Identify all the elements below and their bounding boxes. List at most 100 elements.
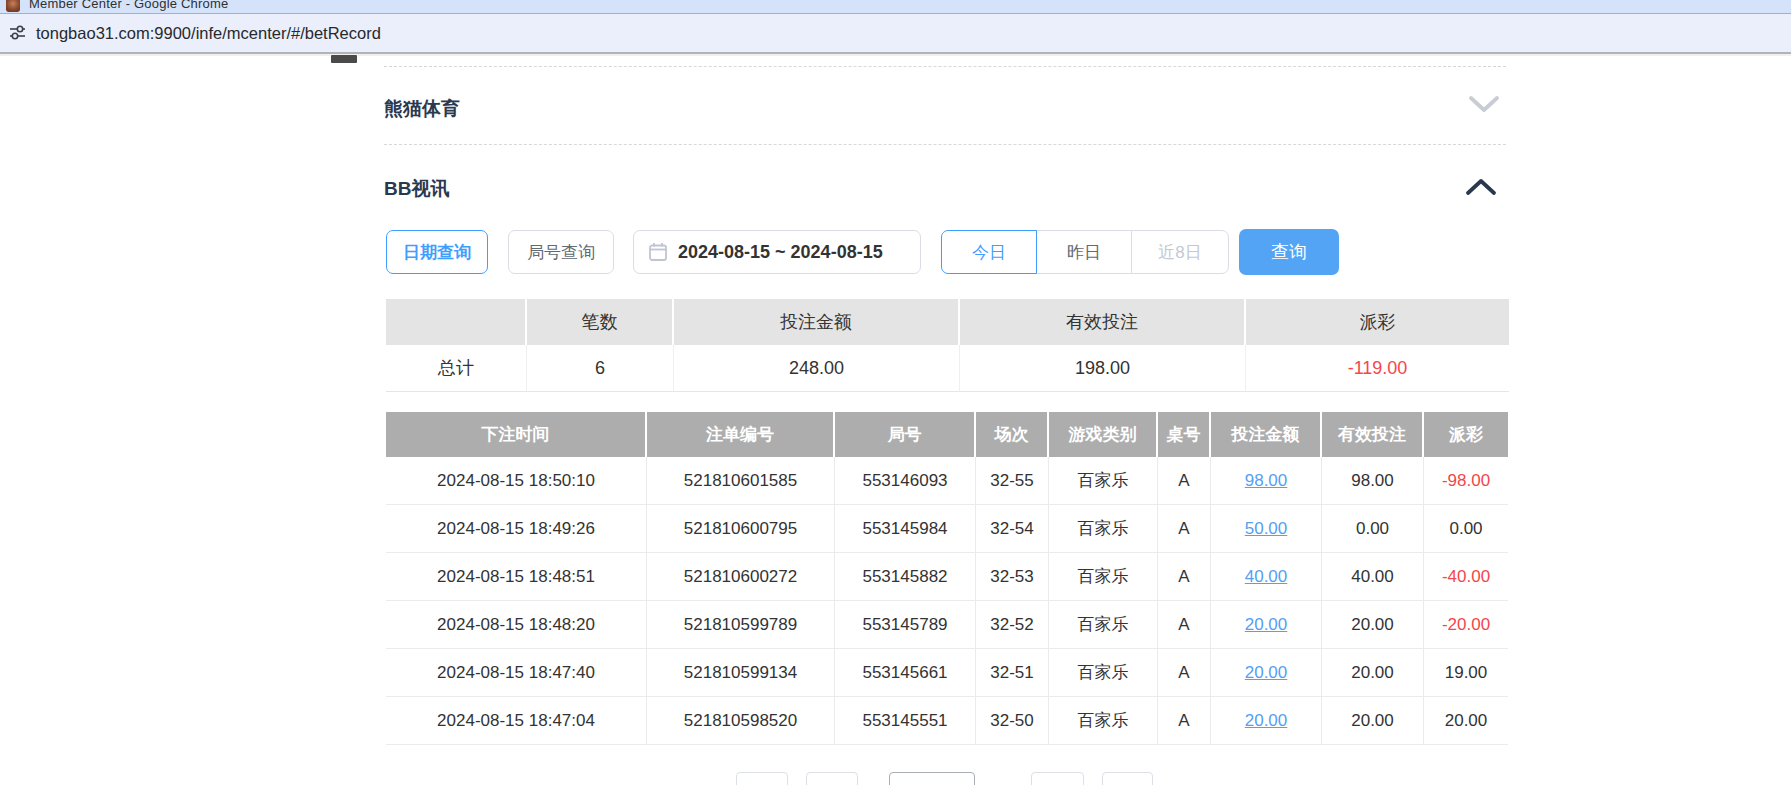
today-button[interactable]: 今日: [941, 230, 1037, 274]
date-range-input[interactable]: 2024-08-15 ~ 2024-08-15: [633, 230, 921, 274]
summary-header-valid-bet: 有效投注: [960, 299, 1246, 345]
cell-round-number: 553145551: [835, 697, 976, 745]
cell-order-number: 521810598520: [647, 697, 835, 745]
search-button[interactable]: 查询: [1239, 229, 1339, 275]
cell-session: 32-50: [976, 697, 1049, 745]
cell-payout: -20.00: [1424, 601, 1508, 649]
cell-game-type: 百家乐: [1049, 505, 1158, 553]
site-favicon-icon: [6, 0, 20, 12]
date-query-button[interactable]: 日期查询: [386, 230, 488, 274]
cell-round-number: 553145984: [835, 505, 976, 553]
cell-valid-bet: 0.00: [1322, 505, 1424, 553]
summary-payout-value: -119.00: [1246, 345, 1509, 392]
summary-header-row: 笔数 投注金额 有效投注 派彩: [386, 299, 1509, 345]
summary-header-empty: [386, 299, 527, 345]
table-row: 2024-08-15 18:50:10 521810601585 5531460…: [386, 457, 1508, 505]
pagination-next-button[interactable]: [1031, 772, 1084, 785]
pagination-jump-input[interactable]: [1102, 772, 1153, 785]
cell-valid-bet: 40.00: [1322, 553, 1424, 601]
header-bet-time: 下注时间: [386, 412, 647, 457]
summary-total-label: 总计: [386, 345, 527, 392]
bet-record-table: 下注时间 注单编号 局号 场次 游戏类别 桌号 投注金额 有效投注 派彩 202…: [386, 412, 1508, 745]
cell-table-number: A: [1158, 553, 1211, 601]
cell-table-number: A: [1158, 505, 1211, 553]
header-round-number: 局号: [835, 412, 976, 457]
bet-amount-link[interactable]: 98.00: [1245, 471, 1288, 491]
cell-order-number: 521810599789: [647, 601, 835, 649]
page: Member Center - Google Chrome tongbao31.…: [0, 0, 1791, 785]
cell-game-type: 百家乐: [1049, 697, 1158, 745]
chevron-up-icon[interactable]: [1464, 177, 1498, 197]
bet-amount-link[interactable]: 20.00: [1245, 615, 1288, 635]
cell-session: 32-54: [976, 505, 1049, 553]
cell-payout: -40.00: [1424, 553, 1508, 601]
browser-toolbar: tongbao31.com:9900/infe/mcenter/#/betRec…: [0, 14, 1791, 52]
cell-valid-bet: 20.00: [1322, 649, 1424, 697]
cell-payout: 20.00: [1424, 697, 1508, 745]
pagination-page-size-select[interactable]: [889, 772, 975, 785]
header-valid-bet: 有效投注: [1322, 412, 1424, 457]
cell-bet-time: 2024-08-15 18:48:20: [386, 601, 647, 649]
tune-icon[interactable]: [8, 23, 27, 42]
scroll-indicator: [331, 55, 357, 63]
cell-round-number: 553145882: [835, 553, 976, 601]
summary-count-value: 6: [527, 345, 674, 392]
header-payout: 派彩: [1424, 412, 1508, 457]
cell-round-number: 553145789: [835, 601, 976, 649]
section-title-bb-video[interactable]: BB视讯: [384, 176, 449, 202]
chevron-down-icon[interactable]: [1467, 94, 1501, 114]
pagination-prev-button[interactable]: [736, 772, 788, 785]
summary-valid-bet-value: 198.00: [960, 345, 1246, 392]
cell-bet-time: 2024-08-15 18:48:51: [386, 553, 647, 601]
bet-record-header-row: 下注时间 注单编号 局号 场次 游戏类别 桌号 投注金额 有效投注 派彩: [386, 412, 1508, 457]
header-table-number: 桌号: [1158, 412, 1211, 457]
round-query-button[interactable]: 局号查询: [508, 230, 614, 274]
section-divider-middle: [384, 144, 1506, 145]
cell-payout: -98.00: [1424, 457, 1508, 505]
cell-session: 32-51: [976, 649, 1049, 697]
date-range-value: 2024-08-15 ~ 2024-08-15: [678, 242, 883, 263]
bet-amount-link[interactable]: 20.00: [1245, 663, 1288, 683]
summary-total-row: 总计 6 248.00 198.00 -119.00: [386, 345, 1509, 392]
cell-order-number: 521810600795: [647, 505, 835, 553]
cell-round-number: 553146093: [835, 457, 976, 505]
section-divider-top: [384, 66, 1506, 67]
cell-round-number: 553145661: [835, 649, 976, 697]
table-row: 2024-08-15 18:48:20 521810599789 5531457…: [386, 601, 1508, 649]
cell-valid-bet: 20.00: [1322, 601, 1424, 649]
cell-game-type: 百家乐: [1049, 457, 1158, 505]
cell-valid-bet: 98.00: [1322, 457, 1424, 505]
bet-amount-link[interactable]: 20.00: [1245, 711, 1288, 731]
cell-bet-time: 2024-08-15 18:50:10: [386, 457, 647, 505]
summary-table: 笔数 投注金额 有效投注 派彩 总计 6 248.00 198.00 -119.…: [386, 299, 1509, 392]
header-game-type: 游戏类别: [1049, 412, 1158, 457]
cell-table-number: A: [1158, 649, 1211, 697]
table-row: 2024-08-15 18:49:26 521810600795 5531459…: [386, 505, 1508, 553]
bet-amount-link[interactable]: 40.00: [1245, 567, 1288, 587]
cell-valid-bet: 20.00: [1322, 697, 1424, 745]
table-row: 2024-08-15 18:48:51 521810600272 5531458…: [386, 553, 1508, 601]
cell-game-type: 百家乐: [1049, 601, 1158, 649]
toolbar-separator-light: [0, 54, 1791, 56]
table-row: 2024-08-15 18:47:04 521810598520 5531455…: [386, 697, 1508, 745]
table-row: 2024-08-15 18:47:40 521810599134 5531456…: [386, 649, 1508, 697]
section-title-panda-sports[interactable]: 熊猫体育: [384, 96, 460, 122]
yesterday-button[interactable]: 昨日: [1036, 230, 1132, 274]
cell-order-number: 521810601585: [647, 457, 835, 505]
cell-bet-time: 2024-08-15 18:49:26: [386, 505, 647, 553]
header-session: 场次: [976, 412, 1049, 457]
last-8-days-button[interactable]: 近8日: [1131, 230, 1229, 274]
cell-game-type: 百家乐: [1049, 649, 1158, 697]
quick-date-button-group: 今日 昨日 近8日: [941, 230, 1229, 274]
window-title: Member Center - Google Chrome: [29, 0, 228, 11]
summary-header-bet-amount: 投注金额: [674, 299, 960, 345]
pagination-page-1-button[interactable]: [806, 772, 858, 785]
cell-bet-time: 2024-08-15 18:47:40: [386, 649, 647, 697]
cell-order-number: 521810599134: [647, 649, 835, 697]
cell-table-number: A: [1158, 601, 1211, 649]
bet-amount-link[interactable]: 50.00: [1245, 519, 1288, 539]
cell-session: 32-52: [976, 601, 1049, 649]
summary-bet-amount-value: 248.00: [674, 345, 960, 392]
cell-table-number: A: [1158, 457, 1211, 505]
address-bar-url[interactable]: tongbao31.com:9900/infe/mcenter/#/betRec…: [36, 14, 381, 52]
